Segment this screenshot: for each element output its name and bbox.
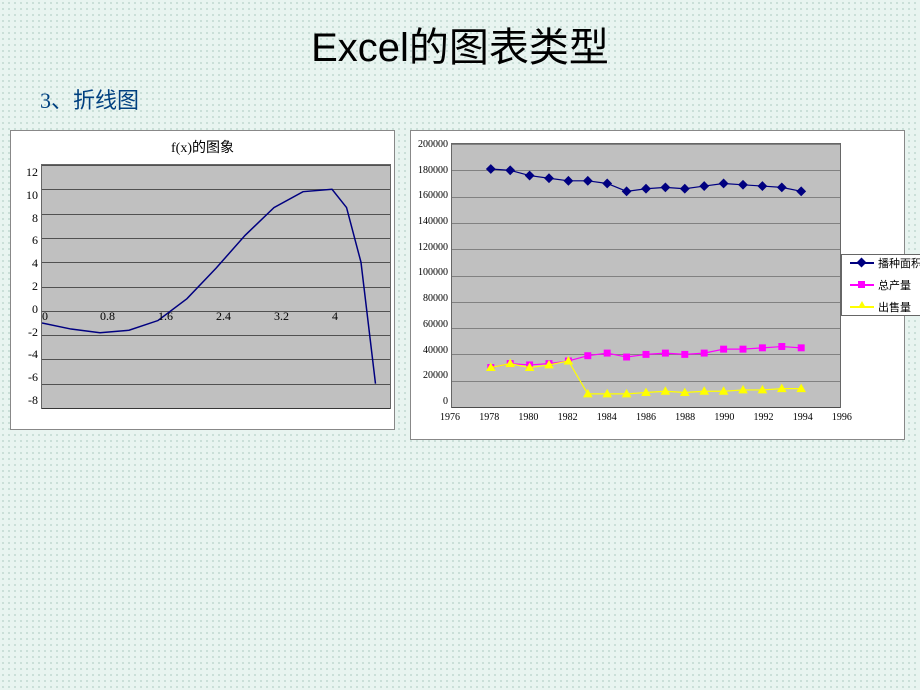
chart-agri-plot: 2000001800001600001400001200001000008000…	[451, 143, 841, 408]
charts-container: f(x)的图象 121086420-2-4-6-8 00.81.62.43.24…	[0, 130, 920, 440]
legend-item: 出售量	[850, 299, 920, 315]
chart-fx-yaxis: 121086420-2-4-6-8	[16, 165, 38, 408]
page-title: Excel的图表类型	[0, 0, 920, 83]
chart-agri-legend: 播种面积总产量出售量	[841, 254, 920, 316]
chart-fx: f(x)的图象 121086420-2-4-6-8 00.81.62.43.24	[10, 130, 395, 430]
legend-item: 播种面积	[850, 255, 920, 271]
page-subtitle: 3、折线图	[0, 83, 920, 115]
chart-agri-xaxis: 1976197819801982198419861988199019921994…	[440, 412, 852, 423]
chart-fx-title: f(x)的图象	[11, 131, 394, 159]
chart-agri: 2000001800001600001400001200001000008000…	[410, 130, 905, 440]
chart-fx-svg	[42, 165, 390, 408]
legend-item: 总产量	[850, 277, 920, 293]
chart-agri-svg	[452, 144, 840, 407]
chart-fx-xaxis: 00.81.62.43.24	[42, 309, 390, 324]
chart-agri-yaxis: 2000001800001600001400001200001000008000…	[410, 139, 448, 407]
chart-fx-plot: 121086420-2-4-6-8 00.81.62.43.24	[41, 164, 391, 409]
